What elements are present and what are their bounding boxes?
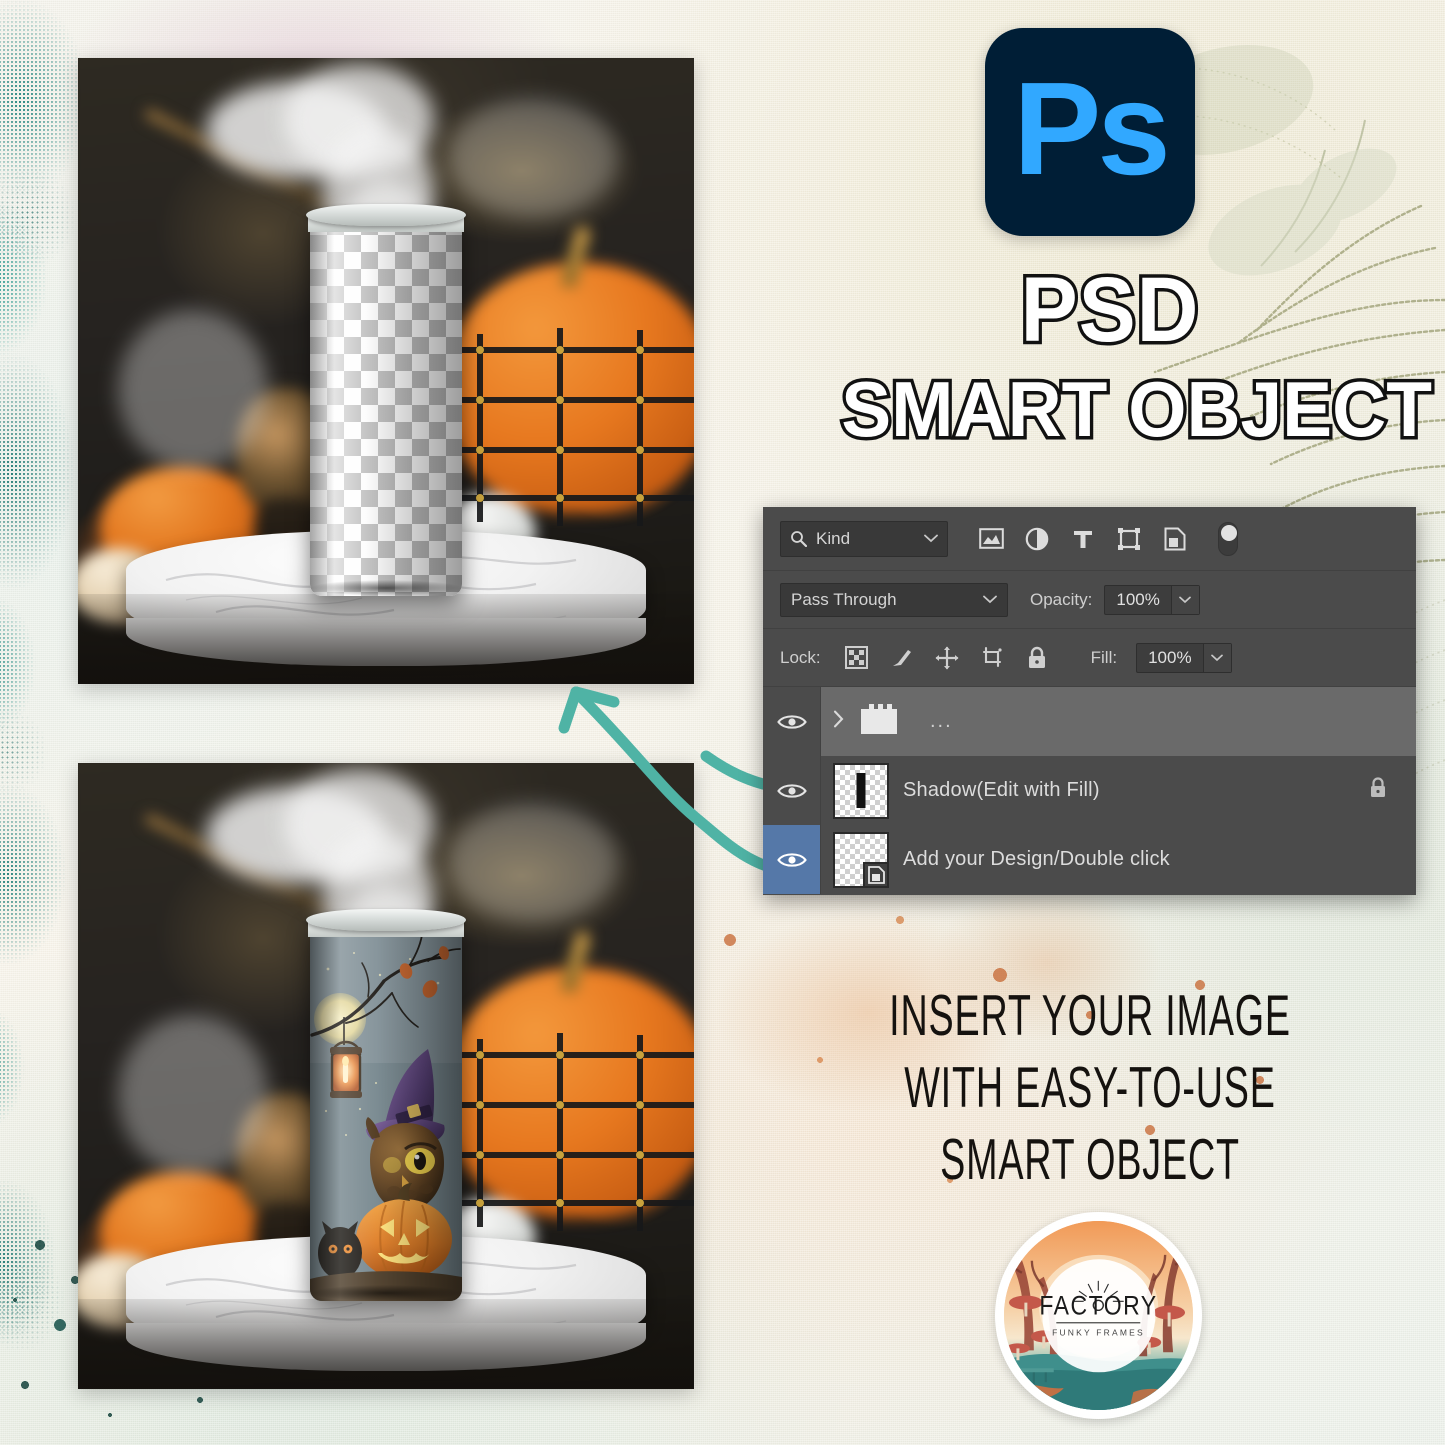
layer-name-design: Add your Design/Double click [903,848,1170,870]
layer-row-group[interactable]: ... [763,687,1416,756]
smoke-wisp [118,1015,268,1175]
tumbler-lid [306,909,466,931]
fill-label: Fill: [1090,647,1118,667]
shape-layer-filter-icon[interactable] [1116,526,1142,552]
opacity-stepper-chevron-down-icon[interactable] [1170,585,1199,614]
tumbler-body-designed [310,923,462,1301]
photoshop-layers-panel[interactable]: Kind Pass Through Opacity: 100% Lock: Fi… [763,507,1416,895]
layer-thumbnail[interactable] [833,831,889,888]
smoke-wisp [448,98,618,218]
layer-row-body[interactable]: ... [821,687,1416,756]
eye-icon [776,783,807,798]
tumbler-mockup-blank [78,58,694,684]
smart-object-badge-icon [863,861,889,888]
layer-thumbnail-content [856,772,866,809]
fill-value: 100% [1148,647,1192,667]
opacity-value: 100% [1116,589,1160,609]
blend-mode-value: Pass Through [791,589,897,609]
tumbler-lid [306,204,466,226]
filter-kind-dropdown[interactable]: Kind [780,520,948,557]
promo-line-3: SMART OBJECT [940,1126,1240,1192]
tumbler-body-blank [310,218,462,596]
promo-line-2: WITH EASY-TO-USE [904,1054,1276,1120]
layers-blend-row: Pass Through Opacity: 100% [763,571,1416,629]
layer-type-filters [978,521,1238,556]
promo-line-1: INSERT YOUR IMAGE [889,982,1291,1048]
logo-text-badge: FACTORY FUNKY FRAMES [1039,1258,1158,1373]
eye-icon [776,714,807,729]
layer-row-body[interactable]: Shadow(Edit with Fill) [821,756,1416,825]
logo-tagline: FUNKY FRAMES [1052,1326,1145,1337]
layers-lock-row: Lock: Fill: 100% [763,629,1416,687]
blend-mode-dropdown[interactable]: Pass Through [780,582,1008,617]
logo-brand-name: FACTORY [1039,1289,1158,1320]
search-icon [791,531,807,547]
smart-object-filter-icon[interactable] [1162,526,1188,552]
lock-artboard-nesting-icon[interactable] [979,645,1005,671]
type-layer-filter-icon[interactable] [1070,526,1096,552]
cylinder-shading [310,923,462,1301]
photoshop-icon: Ps [985,28,1195,236]
fill-field[interactable]: 100% [1136,642,1232,673]
opacity-field[interactable]: 100% [1104,584,1200,615]
filter-enable-toggle[interactable] [1218,521,1238,556]
group-layer-name: ... [930,710,953,732]
heading-psd: PSD [1017,256,1201,365]
adjustment-layer-filter-icon[interactable] [1024,526,1050,552]
lock-position-icon[interactable] [934,645,960,671]
smoke-wisp [118,310,268,470]
eye-icon [776,852,807,867]
tumbler-contact-shadow [311,1285,461,1301]
cylinder-shading [310,218,462,596]
logo-divider [1056,1321,1141,1323]
tumbler-contact-shadow [311,580,461,596]
group-folder-icon [860,703,898,740]
photoshop-icon-label: Ps [1013,55,1170,202]
pixel-layer-filter-icon[interactable] [978,526,1004,552]
heading-smart-object: SMART OBJECT [838,362,1435,457]
layer-visibility-toggle[interactable] [763,687,821,756]
group-expand-chevron-right-icon[interactable] [833,710,844,733]
layer-name-shadow: Shadow(Edit with Fill) [903,779,1100,801]
layer-row-design-smart-object[interactable]: Add your Design/Double click [763,825,1416,894]
lock-all-icon[interactable] [1024,645,1050,671]
fill-stepper-chevron-down-icon[interactable] [1202,643,1231,672]
floor-reflection [78,1299,694,1389]
layer-thumbnail[interactable] [833,762,889,819]
logo-artwork: FACTORY FUNKY FRAMES [1004,1221,1193,1410]
lock-image-pixels-icon[interactable] [889,645,915,671]
filter-kind-label: Kind [816,528,851,548]
layer-row-shadow[interactable]: Shadow(Edit with Fill) [763,756,1416,825]
lock-transparent-pixels-icon[interactable] [844,645,870,671]
layer-locked-icon [1368,776,1388,805]
layer-row-body[interactable]: Add your Design/Double click [821,825,1416,894]
scene-foreground [78,58,694,684]
lock-label: Lock: [780,647,821,667]
opacity-label: Opacity: [1030,589,1093,609]
layer-visibility-toggle[interactable] [763,756,821,825]
layers-filter-row: Kind [763,507,1416,571]
brand-logo: FACTORY FUNKY FRAMES [995,1212,1202,1419]
layer-visibility-toggle[interactable] [763,825,821,894]
chevron-down-icon [983,595,997,604]
chevron-down-icon [924,534,938,543]
